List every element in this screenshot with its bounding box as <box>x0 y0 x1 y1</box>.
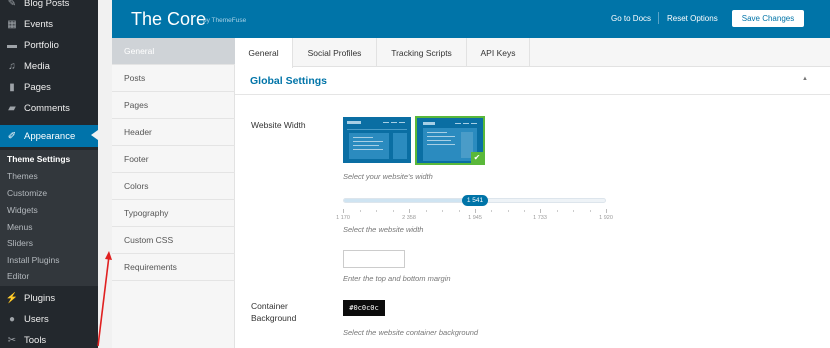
slider-tick <box>491 210 492 212</box>
menu-media[interactable]: ♫ Media <box>0 56 98 77</box>
folder-icon: ▬ <box>7 40 17 51</box>
plug-icon: ⚡ <box>5 293 19 304</box>
menu-appearance[interactable]: ✐ Appearance <box>0 125 98 147</box>
subnav-custom-css[interactable]: Custom CSS <box>112 227 235 254</box>
slider-tick <box>393 210 394 212</box>
reset-options-link[interactable]: Reset Options <box>667 14 718 23</box>
slider-tick <box>426 210 427 212</box>
menu-comments[interactable]: ▰ Comments <box>0 98 98 119</box>
header-divider <box>658 12 659 24</box>
slider-tick <box>360 210 361 212</box>
subnav-requirements[interactable]: Requirements <box>112 254 235 281</box>
slider-tick <box>459 210 460 212</box>
container-background-description: Select the website container background <box>343 328 479 337</box>
subnav-general[interactable]: General <box>112 38 235 65</box>
slider-tick <box>573 210 574 212</box>
theme-header: The Core by ThemeFuse Go to Docs Reset O… <box>112 0 830 38</box>
menu-portfolio[interactable]: ▬ Portfolio <box>0 35 98 56</box>
save-changes-button[interactable]: Save Changes <box>732 10 804 27</box>
menu-events[interactable]: ▦ Events <box>0 14 98 35</box>
calendar-icon: ▦ <box>7 19 17 30</box>
slider-tick <box>590 210 591 212</box>
theme-byline: by ThemeFuse <box>203 17 247 24</box>
section-title: Global Settings <box>250 75 328 87</box>
collapse-icon[interactable]: ▲ <box>802 76 808 82</box>
menu-pages[interactable]: ▮ Pages <box>0 77 98 98</box>
subnav-typography[interactable]: Typography <box>112 200 235 227</box>
slider-tick <box>442 210 443 212</box>
website-width-label: Website Width <box>251 120 306 130</box>
slider-tick <box>409 209 410 213</box>
go-to-docs-link[interactable]: Go to Docs <box>611 14 651 23</box>
tab-api-keys[interactable]: API Keys <box>467 38 530 67</box>
submenu-menus[interactable]: Menus <box>7 222 33 232</box>
slider-tick-label: 2 358 <box>402 215 416 221</box>
annotation-arrow-icon <box>97 251 112 347</box>
slider-tick <box>606 209 607 213</box>
margin-input[interactable] <box>343 250 405 268</box>
wp-admin-sidebar: ✎ Blog Posts ▦ Events ▬ Portfolio ♫ Media ▮ P… <box>0 0 98 348</box>
check-icon: ✔ <box>471 152 483 163</box>
slider-tick <box>475 209 476 213</box>
page-icon: ▮ <box>9 82 15 93</box>
slider-tick-label: 1 945 <box>468 215 482 221</box>
menu-plugins[interactable]: ⚡ Plugins <box>0 288 98 309</box>
theme-title: The Core <box>131 9 207 29</box>
pin-icon: ✎ <box>7 0 17 9</box>
menu-blog-posts[interactable]: ✎ Blog Posts <box>0 0 98 14</box>
subnav-header[interactable]: Header <box>112 119 235 146</box>
media-icon: ♫ <box>8 61 16 72</box>
slider-tick-label: 1 733 <box>533 215 547 221</box>
layout-option-full[interactable]: ✔ <box>415 116 485 165</box>
margin-description: Enter the top and bottom margin <box>343 274 451 283</box>
menu-users[interactable]: ● Users <box>0 309 98 330</box>
wrench-icon: ✂ <box>7 335 17 346</box>
menu-tools[interactable]: ✂ Tools <box>0 330 98 348</box>
appearance-submenu: Theme Settings Themes Customize Widgets … <box>0 150 98 286</box>
container-background-label: Container Background <box>251 301 297 323</box>
slider-tick <box>376 210 377 212</box>
slider-tick <box>557 210 558 212</box>
settings-panel: General Social Profiles Tracking Scripts… <box>235 38 830 348</box>
slider-tick-label: 1 920 <box>599 215 613 221</box>
section-divider <box>235 94 830 95</box>
user-icon: ● <box>8 314 16 325</box>
submenu-sliders[interactable]: Sliders <box>7 238 33 248</box>
width-slider-handle[interactable]: 1 541 <box>462 195 488 206</box>
subnav-footer[interactable]: Footer <box>112 146 235 173</box>
settings-subnav: General Posts Pages Header Footer Colors… <box>112 38 235 348</box>
brush-icon: ✐ <box>7 130 17 142</box>
tab-general[interactable]: General <box>235 38 293 68</box>
tab-tracking-scripts[interactable]: Tracking Scripts <box>377 38 467 67</box>
layout-thumb-boxed-icon <box>343 117 411 163</box>
tab-social-profiles[interactable]: Social Profiles <box>293 38 377 67</box>
submenu-editor[interactable]: Editor <box>7 271 29 281</box>
slider-tick <box>508 210 509 212</box>
subnav-colors[interactable]: Colors <box>112 173 235 200</box>
width-slider-description: Select the website width <box>343 225 424 234</box>
submenu-theme-settings[interactable]: Theme Settings <box>7 154 70 164</box>
tab-bar: General Social Profiles Tracking Scripts… <box>235 38 830 68</box>
submenu-themes[interactable]: Themes <box>7 171 38 181</box>
comment-icon: ▰ <box>8 103 16 114</box>
subnav-posts[interactable]: Posts <box>112 65 235 92</box>
layout-option-boxed[interactable] <box>343 117 413 165</box>
slider-tick <box>343 209 344 213</box>
submenu-customize[interactable]: Customize <box>7 188 47 198</box>
submenu-install-plugins[interactable]: Install Plugins <box>7 255 59 265</box>
slider-tick <box>524 210 525 212</box>
subnav-pages[interactable]: Pages <box>112 92 235 119</box>
container-background-color-picker[interactable]: #0c0c0c <box>343 300 385 316</box>
submenu-widgets[interactable]: Widgets <box>7 205 38 215</box>
layout-description: Select your website's width <box>343 172 433 181</box>
slider-tick-label: 1 170 <box>336 215 350 221</box>
slider-tick <box>540 209 541 213</box>
